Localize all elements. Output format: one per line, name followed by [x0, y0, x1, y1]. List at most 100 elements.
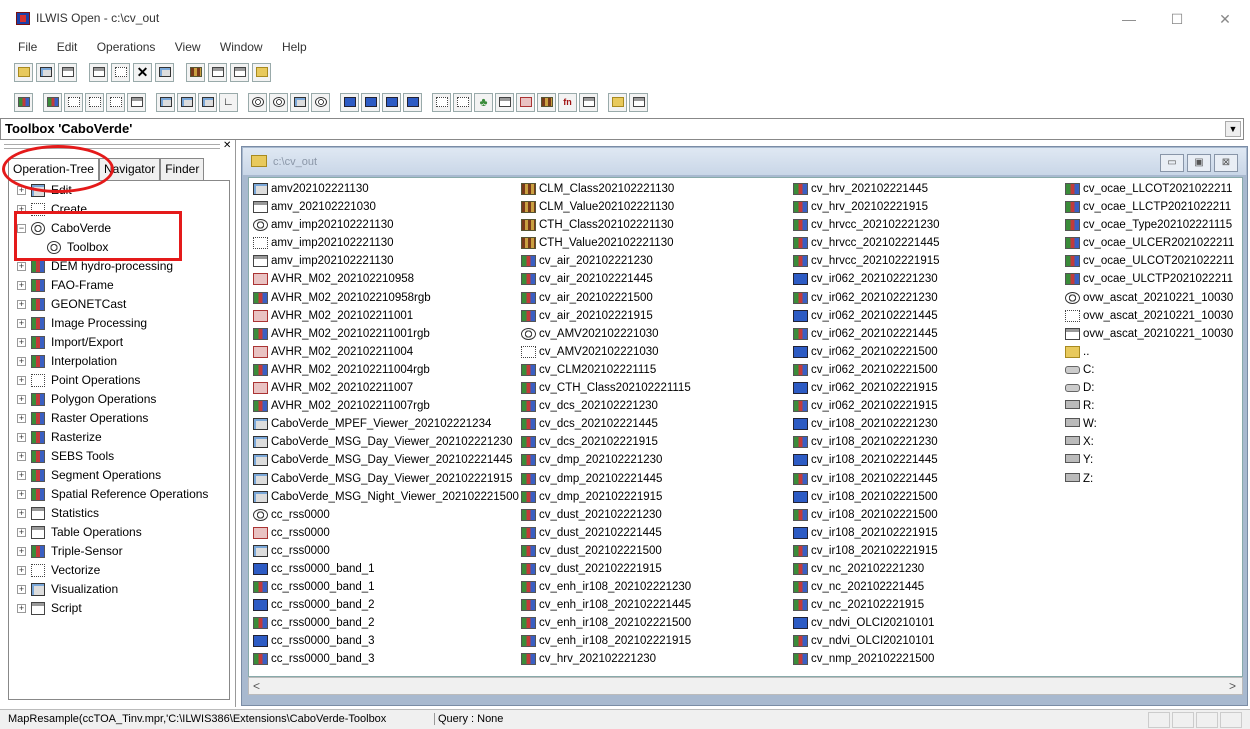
tree-item[interactable]: + Script	[9, 599, 229, 618]
horizontal-scrollbar[interactable]: < >	[248, 677, 1243, 695]
open-button[interactable]	[14, 62, 33, 82]
close-button[interactable]: ✕	[1210, 8, 1240, 30]
details-view-button[interactable]	[208, 62, 227, 82]
toolbox-combo[interactable]: Toolbox 'CaboVerde' ▼	[0, 118, 1244, 140]
expander-icon[interactable]: +	[17, 186, 26, 195]
tree-item[interactable]: + Spatial Reference Operations	[9, 485, 229, 504]
up-folder-button[interactable]	[252, 62, 271, 82]
filter-layout-button[interactable]	[198, 92, 217, 112]
expander-icon[interactable]: +	[17, 376, 26, 385]
catalog-view-button[interactable]	[230, 62, 249, 82]
expander-icon[interactable]: +	[17, 281, 26, 290]
tree-item[interactable]: + Image Processing	[9, 314, 229, 333]
filter-filter-button[interactable]	[495, 92, 514, 112]
filter-table-button[interactable]	[127, 92, 146, 112]
scroll-right-icon[interactable]: >	[1229, 679, 1236, 693]
tree-item[interactable]: + Import/Export	[9, 333, 229, 352]
menu-operations[interactable]: Operations	[97, 36, 156, 58]
expander-icon[interactable]: +	[17, 205, 26, 214]
delete-button[interactable]: ✕	[133, 62, 152, 82]
tree-item[interactable]: + Visualization	[9, 580, 229, 599]
expander-icon[interactable]: +	[17, 414, 26, 423]
menu-help[interactable]: Help	[282, 36, 307, 58]
tree-item[interactable]: + DEM hydro-processing	[9, 257, 229, 276]
filter-function-button[interactable]	[269, 92, 288, 112]
catalog-minimize-button[interactable]: ▭	[1160, 154, 1184, 172]
scroll-left-icon[interactable]: <	[253, 679, 260, 693]
tree-item[interactable]: + Polygon Operations	[9, 390, 229, 409]
expander-icon[interactable]: +	[17, 490, 26, 499]
panel-grip[interactable]	[4, 144, 220, 149]
tree-item[interactable]: − CaboVerde	[9, 219, 229, 238]
list-view-button[interactable]	[186, 62, 205, 82]
tree-item[interactable]: + Raster Operations	[9, 409, 229, 428]
menu-edit[interactable]: Edit	[57, 36, 78, 58]
tree-item[interactable]: + Statistics	[9, 504, 229, 523]
filter-mapview-button[interactable]	[177, 92, 196, 112]
catalog-restore-button[interactable]: ▣	[1187, 154, 1211, 172]
catalog-close-button[interactable]: ⊠	[1214, 154, 1238, 172]
filter-maplist-button[interactable]	[156, 92, 175, 112]
minimize-button[interactable]: —	[1114, 8, 1144, 30]
filter-segment-button[interactable]	[85, 92, 104, 112]
tree-item[interactable]: + Table Operations	[9, 523, 229, 542]
menu-view[interactable]: View	[175, 36, 201, 58]
ilwis-app-icon[interactable]	[16, 12, 30, 25]
tree-item[interactable]: + Edit	[9, 181, 229, 200]
tree-item[interactable]: + GEONETCast	[9, 295, 229, 314]
menu-window[interactable]: Window	[220, 36, 263, 58]
filter-text-button[interactable]	[579, 92, 598, 112]
expander-icon[interactable]: +	[17, 262, 26, 271]
tree-item[interactable]: + Vectorize	[9, 561, 229, 580]
tree-item[interactable]: Toolbox	[9, 238, 229, 257]
filter-polygon-button[interactable]	[64, 92, 83, 112]
filter-all-button[interactable]	[14, 92, 33, 112]
filter-annotation-button[interactable]	[516, 92, 535, 112]
filter-window-button[interactable]	[629, 92, 648, 112]
expander-icon[interactable]: +	[17, 338, 26, 347]
filter-stereo-button[interactable]: ♣	[474, 92, 493, 112]
expander-icon[interactable]: +	[17, 509, 26, 518]
menu-file[interactable]: File	[18, 36, 37, 58]
expander-icon[interactable]: +	[17, 433, 26, 442]
filter-histogram-button[interactable]	[382, 92, 401, 112]
copy-button[interactable]	[89, 62, 108, 82]
tab-operation-tree[interactable]: Operation-Tree	[8, 158, 99, 180]
tree-item[interactable]: + FAO-Frame	[9, 276, 229, 295]
tree-item[interactable]: + Triple-Sensor	[9, 542, 229, 561]
filter-raster-button[interactable]	[43, 92, 62, 112]
expander-icon[interactable]: +	[17, 395, 26, 404]
filter-georef-button[interactable]	[290, 92, 309, 112]
expander-icon[interactable]: +	[17, 357, 26, 366]
filter-class-button[interactable]	[537, 92, 556, 112]
expander-icon[interactable]: +	[17, 566, 26, 575]
panel-close-icon[interactable]: ✕	[223, 140, 231, 151]
tree-item[interactable]: + Point Operations	[9, 371, 229, 390]
properties-button[interactable]	[58, 62, 77, 82]
expander-icon[interactable]: +	[17, 300, 26, 309]
tree-item[interactable]: + SEBS Tools	[9, 447, 229, 466]
filter-point-button[interactable]	[106, 92, 125, 112]
paste-button[interactable]	[111, 62, 130, 82]
expander-icon[interactable]: +	[17, 452, 26, 461]
expander-icon[interactable]: +	[17, 585, 26, 594]
filter-representation-button[interactable]	[361, 92, 380, 112]
filter-folder-button[interactable]	[608, 92, 627, 112]
filter-script-button[interactable]	[248, 92, 267, 112]
tree-item[interactable]: + Segment Operations	[9, 466, 229, 485]
expander-icon[interactable]: +	[17, 319, 26, 328]
expander-icon[interactable]: +	[17, 471, 26, 480]
copy-to-button[interactable]	[36, 62, 55, 82]
expander-icon[interactable]: +	[17, 547, 26, 556]
tab-navigator[interactable]: Navigator	[98, 158, 161, 180]
expander-icon[interactable]: +	[17, 604, 26, 613]
tree-item[interactable]: + Rasterize	[9, 428, 229, 447]
filter-2d-table-button[interactable]	[432, 92, 451, 112]
filter-matrix-button[interactable]	[453, 92, 472, 112]
filter-graph-button[interactable]: ∟	[219, 92, 238, 112]
maximize-button[interactable]: ☐	[1162, 8, 1192, 30]
filter-sample-set-button[interactable]	[403, 92, 422, 112]
filter-fn-button[interactable]: fn	[558, 92, 577, 112]
object-properties-button[interactable]	[155, 62, 174, 82]
expander-icon[interactable]: −	[17, 224, 26, 233]
